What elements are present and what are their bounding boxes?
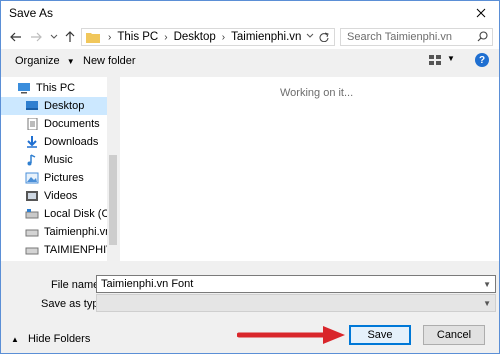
sidebar-item-taimienphivn-drive[interactable]: TAIMIENPHIVN ( (1, 241, 107, 259)
up-button[interactable] (63, 29, 77, 45)
sidebar-item-documents[interactable]: Documents (1, 115, 107, 133)
search-placeholder: Search Taimienphi.vn (347, 31, 452, 43)
sidebar-item-label: Pictures (44, 172, 84, 184)
back-arrow-icon (10, 32, 21, 42)
organize-menu[interactable]: Organize ▼ (15, 55, 75, 67)
help-icon: ? (478, 54, 486, 66)
chevron-down-icon (50, 34, 58, 39)
computer-icon (17, 82, 31, 94)
dropdown-arrow-icon: ▼ (66, 57, 75, 66)
view-options-icon[interactable] (429, 55, 441, 65)
breadcrumb-separator: › (221, 31, 226, 43)
loading-status: Working on it... (280, 87, 354, 99)
command-bar: Organize ▼ New folder ▼ ? (1, 49, 499, 73)
save-as-dialog: Save As › This PC › Desktop › Taimienphi… (0, 0, 500, 354)
file-name-input[interactable]: Taimienphi.vn Font ▼ (96, 275, 496, 293)
search-icon (477, 31, 488, 42)
file-list-pane[interactable]: Working on it... (120, 77, 499, 261)
title-bar: Save As (1, 1, 499, 25)
hide-folders-label: Hide Folders (27, 333, 91, 345)
organize-label: Organize (15, 55, 60, 67)
sidebar-item-label: This PC (36, 82, 76, 94)
refresh-button[interactable] (316, 30, 332, 44)
help-button[interactable]: ? (475, 53, 489, 67)
address-bar[interactable]: › This PC › Desktop › Taimienphi.vn (81, 28, 335, 46)
sidebar-item-label: Music (44, 154, 73, 166)
cancel-button[interactable]: Cancel (423, 325, 485, 345)
sidebar-item-downloads[interactable]: Downloads (1, 133, 107, 151)
file-name-dropdown-icon[interactable]: ▼ (483, 280, 491, 289)
sidebar-item-taimienphi-drive[interactable]: Taimienphi.vn (D (1, 223, 107, 241)
drive-icon (25, 226, 39, 238)
save-as-type-dropdown-icon[interactable]: ▼ (483, 299, 491, 308)
sidebar-item-label: Desktop (44, 100, 85, 112)
pictures-icon (25, 172, 39, 184)
drive-icon (25, 244, 39, 256)
file-name-value: Taimienphi.vn Font (101, 278, 194, 290)
desktop-icon (25, 100, 39, 112)
sidebar-item-label: TAIMIENPHIVN ( (44, 244, 107, 256)
sidebar-item-label: Local Disk (C:) (44, 208, 107, 220)
sidebar-item-pictures[interactable]: Pictures (1, 169, 107, 187)
forward-arrow-icon (31, 32, 42, 42)
downloads-icon (25, 136, 39, 148)
save-button[interactable]: Save (349, 325, 411, 345)
annotation-arrow-icon (237, 326, 345, 344)
videos-icon (25, 190, 39, 202)
music-icon (25, 154, 39, 166)
file-name-label: File name: (51, 279, 103, 291)
new-folder-button[interactable]: New folder (83, 55, 136, 67)
disk-icon (25, 208, 39, 220)
sidebar-item-label: Videos (44, 190, 78, 202)
view-dropdown-icon[interactable]: ▼ (447, 54, 455, 63)
up-arrow-icon (65, 31, 75, 42)
sidebar-item-videos[interactable]: Videos (1, 187, 107, 205)
sidebar-item-label: Downloads (44, 136, 99, 148)
breadcrumb-separator: › (108, 31, 112, 43)
sidebar-item-this-pc[interactable]: This PC (1, 79, 107, 97)
navigation-bar: › This PC › Desktop › Taimienphi.vn Sear… (1, 25, 499, 49)
folder-icon (86, 33, 100, 43)
close-button[interactable] (463, 1, 499, 25)
back-button[interactable] (9, 29, 23, 45)
sidebar-item-desktop[interactable]: Desktop (1, 97, 107, 115)
breadcrumb-taimienphi[interactable]: Taimienphi.vn (229, 31, 303, 43)
navigation-pane[interactable]: This PC Desktop Documents Downloads Musi… (1, 77, 119, 261)
close-icon (476, 8, 486, 18)
breadcrumb-separator: › (164, 31, 168, 43)
sidebar-item-label: Taimienphi.vn (D (44, 226, 107, 238)
scrollbar-thumb[interactable] (109, 155, 117, 245)
address-dropdown-icon[interactable] (306, 33, 314, 39)
save-as-type-select[interactable]: ▼ (96, 294, 496, 312)
window-title: Save As (9, 6, 54, 20)
search-input[interactable]: Search Taimienphi.vn (340, 28, 493, 46)
breadcrumb-desktop[interactable]: Desktop (172, 31, 218, 43)
hide-folders-button[interactable]: ▲ Hide Folders (11, 333, 90, 345)
sidebar-item-music[interactable]: Music (1, 151, 107, 169)
navigation-pane-scrollbar[interactable] (107, 77, 119, 261)
recent-locations-button[interactable] (47, 29, 61, 45)
refresh-icon (319, 32, 329, 42)
documents-icon (25, 118, 39, 130)
sidebar-item-local-disk[interactable]: Local Disk (C:) (1, 205, 107, 223)
forward-button[interactable] (29, 29, 43, 45)
chevron-up-icon: ▲ (11, 335, 19, 344)
breadcrumb-this-pc[interactable]: This PC (115, 31, 160, 43)
sidebar-item-label: Documents (44, 118, 100, 130)
